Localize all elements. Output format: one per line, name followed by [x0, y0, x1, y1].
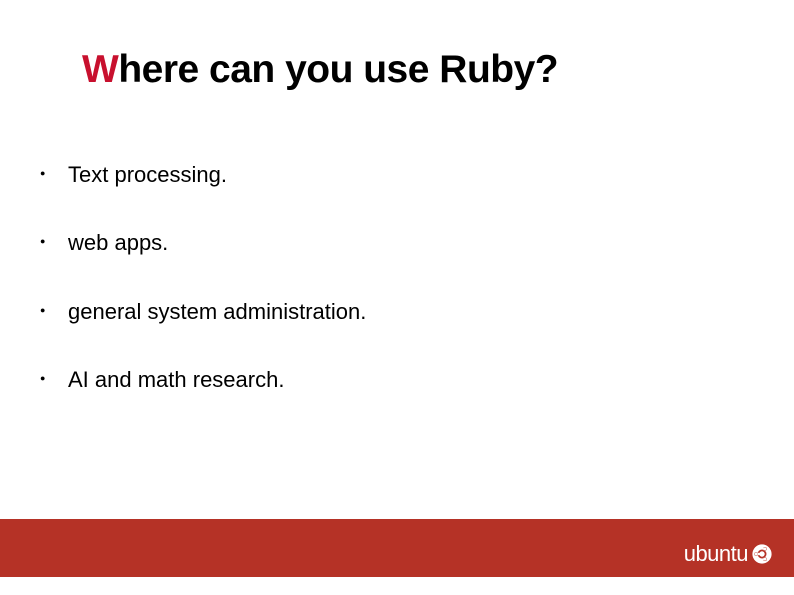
bullet-list: Text processing. web apps. general syste…	[30, 162, 366, 436]
list-item-text: general system administration.	[68, 299, 366, 324]
list-item-text: AI and math research.	[68, 367, 284, 392]
title-rest: here can you use Ruby?	[118, 48, 558, 91]
ubuntu-icon	[752, 544, 772, 564]
logo-text: ubuntu	[684, 541, 748, 567]
list-item-text: Text processing.	[68, 162, 227, 187]
list-item: AI and math research.	[30, 367, 366, 393]
list-item: general system administration.	[30, 299, 366, 325]
list-item: Text processing.	[30, 162, 366, 188]
ubuntu-logo: ubuntu	[684, 541, 772, 567]
title-accent-letter: W	[82, 48, 118, 91]
list-item-text: web apps.	[68, 230, 168, 255]
list-item: web apps.	[30, 230, 366, 256]
footer-band	[0, 519, 794, 577]
slide-title: Where can you use Ruby?	[82, 48, 558, 92]
